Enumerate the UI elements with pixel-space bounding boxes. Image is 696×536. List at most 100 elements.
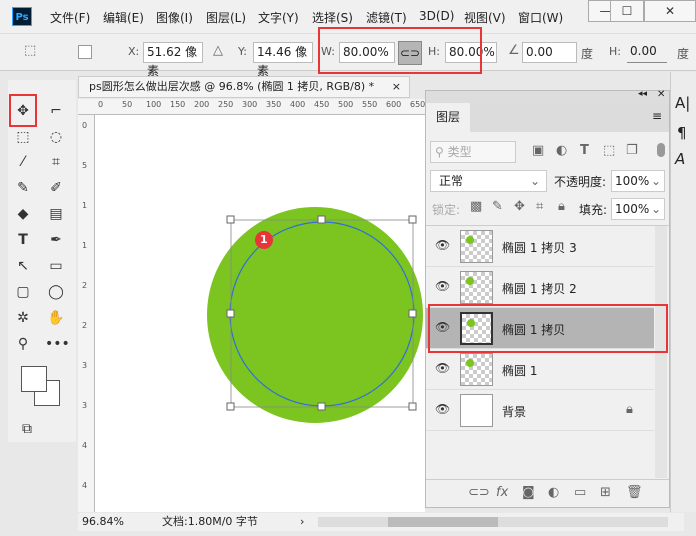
menu-filter[interactable]: 滤镜(T) (366, 9, 407, 26)
eyedropper-tool[interactable]: ✎ (12, 177, 34, 199)
character-panel-icon[interactable]: A| (675, 94, 690, 112)
glyphs-panel-icon[interactable]: A (675, 150, 685, 168)
menu-select[interactable]: 选择(S) (312, 9, 353, 26)
menu-window[interactable]: 窗口(W) (518, 9, 563, 26)
fill-field[interactable]: 100% ⌄ (611, 198, 665, 220)
brush-tool[interactable]: ✐ (45, 177, 67, 199)
collapse-icon[interactable]: ◂◂ (638, 89, 647, 99)
menu-type[interactable]: 文字(Y) (258, 9, 299, 26)
menu-image[interactable]: 图像(I) (156, 9, 193, 26)
angle-field[interactable]: 0.00 (522, 42, 577, 63)
lock-image-icon[interactable]: ✎ (492, 199, 503, 214)
artboard-tool[interactable]: ⌐ (45, 100, 67, 122)
ruler-tick-label: 100 (146, 100, 162, 109)
panel-close-icon[interactable]: ✕ (657, 89, 665, 100)
gradient-tool[interactable]: ▤ (45, 203, 67, 225)
visibility-eye-icon[interactable]: 👁︎ (435, 402, 450, 416)
zoom-level[interactable]: 96.84% (82, 513, 124, 531)
filter-toggle[interactable] (657, 143, 665, 157)
y-field[interactable]: 14.46 像素 (253, 42, 313, 78)
filter-adjustment-icon[interactable]: ◐ (556, 143, 567, 158)
lasso-tool[interactable]: ◌ (45, 126, 67, 148)
group-icon[interactable]: ▭ (574, 485, 586, 500)
menu-view[interactable]: 视图(V) (464, 9, 506, 26)
menu-3d[interactable]: 3D(D) (419, 9, 454, 23)
magic-wand-tool[interactable]: ⁄ (12, 151, 34, 173)
layer-row[interactable]: 👁︎ 椭圆 1 拷贝 2 (426, 267, 654, 308)
layer-thumbnail (460, 230, 493, 263)
visibility-eye-icon[interactable]: 👁︎ (435, 238, 450, 252)
chevron-down-icon: ⌄ (529, 174, 540, 188)
photoshop-logo: Ps (12, 7, 32, 26)
lock-label: 锁定: (432, 203, 461, 217)
rectangle-tool[interactable]: ▭ (45, 255, 67, 277)
reference-point-checkbox[interactable] (78, 45, 92, 59)
opacity-field[interactable]: 100% ⌄ (611, 170, 665, 192)
document-tab[interactable]: ps圆形怎么做出层次感 @ 96.8% (椭圆 1 拷贝, RGB/8) * × (78, 76, 410, 98)
horizontal-scrollbar[interactable] (318, 517, 668, 527)
menu-file[interactable]: 文件(F) (50, 9, 90, 26)
marquee-tool[interactable]: ⬚ (12, 126, 34, 148)
blend-mode-select[interactable]: 正常 ⌄ (430, 170, 547, 192)
transform-tool-icon[interactable]: ⬚ (24, 43, 36, 58)
custom-shape-tool[interactable]: ✲ (12, 307, 34, 329)
layer-name: 椭圆 1 (502, 364, 538, 378)
lock-all-icon[interactable]: 🔒︎ (558, 199, 565, 214)
path-selection-tool[interactable]: ↖ (12, 255, 34, 277)
panel-menu-icon[interactable]: ≡ (652, 109, 662, 123)
layer-row[interactable]: 👁︎ 椭圆 1 拷贝 3 (426, 226, 654, 267)
hand-tool[interactable]: ✋ (45, 307, 67, 329)
filter-shape-icon[interactable]: ⬚ (603, 143, 615, 158)
menu-layer[interactable]: 图层(L) (206, 9, 246, 26)
lock-position-icon[interactable]: ✥ (514, 199, 525, 214)
layer-row[interactable]: 👁︎ 背景 🔒︎ (426, 390, 654, 431)
layer-thumbnail (460, 353, 493, 386)
visibility-eye-icon[interactable]: 👁︎ (435, 279, 450, 293)
ruler-tick-label: 1 (82, 201, 88, 210)
tab-layers[interactable]: 图层 (426, 103, 470, 132)
ruler-vertical: 0 5 1 1 2 2 3 3 4 4 (78, 115, 95, 512)
paragraph-panel-icon[interactable]: ¶ (677, 124, 687, 142)
link-icon[interactable]: ⊂⊃ (468, 485, 490, 500)
filter-smart-object-icon[interactable]: ❐ (626, 143, 638, 158)
pen-tool[interactable]: ✒ (45, 229, 67, 251)
zoom-tool[interactable]: ⚲ (12, 333, 34, 355)
ellipse-tool[interactable]: ◯ (45, 281, 67, 303)
close-button[interactable]: ✕ (644, 0, 696, 22)
hskew-field[interactable]: 0.00 (627, 42, 667, 63)
rounded-rectangle-tool[interactable]: ▢ (12, 281, 34, 303)
ruler-tick-label: 200 (194, 100, 210, 109)
delta-icon[interactable]: △ (213, 43, 223, 58)
eraser-tool[interactable]: ◆ (12, 203, 34, 225)
more-tools[interactable]: ••• (45, 333, 70, 355)
filter-type-icon[interactable]: T (580, 143, 589, 158)
visibility-eye-icon[interactable]: 👁︎ (435, 361, 450, 375)
menu-edit[interactable]: 编辑(E) (103, 9, 144, 26)
new-layer-icon[interactable]: ⊞ (600, 485, 611, 500)
ruler-tick-label: 1 (82, 241, 88, 250)
crop-tool[interactable]: ⌗ (45, 151, 67, 173)
status-arrow-icon[interactable]: › (300, 513, 304, 531)
move-tool[interactable]: ✥ (12, 100, 34, 122)
maximize-button[interactable]: ☐ (610, 0, 644, 22)
ruler-tick-label: 3 (82, 361, 88, 370)
ruler-tick-label: 300 (242, 100, 258, 109)
trash-icon[interactable]: 🗑︎ (626, 485, 643, 500)
layer-filter-select[interactable]: ⚲ 类型 (430, 141, 516, 163)
layer-name: 椭圆 1 拷贝 3 (502, 241, 577, 255)
lock-transparent-icon[interactable]: ▩ (470, 199, 482, 214)
foreground-color-swatch[interactable] (21, 366, 47, 392)
mask-icon[interactable]: ◙ (522, 485, 535, 500)
type-tool[interactable]: T (12, 229, 34, 251)
layer-thumbnail (460, 271, 493, 304)
panel-tab-row: 图层 ≡ (426, 103, 669, 132)
layer-row[interactable]: 👁︎ 椭圆 1 (426, 349, 654, 390)
adjustment-icon[interactable]: ◐ (548, 485, 559, 500)
quick-mask-icon[interactable]: ⧉ (16, 418, 38, 440)
canvas[interactable]: 1 (95, 115, 425, 512)
filter-pixel-icon[interactable]: ▣ (532, 143, 544, 158)
close-tab-icon[interactable]: × (392, 77, 401, 97)
fx-icon[interactable]: fx (496, 485, 508, 500)
x-field[interactable]: 51.62 像素 (143, 42, 203, 78)
lock-artboard-icon[interactable]: ⌗ (536, 199, 543, 214)
